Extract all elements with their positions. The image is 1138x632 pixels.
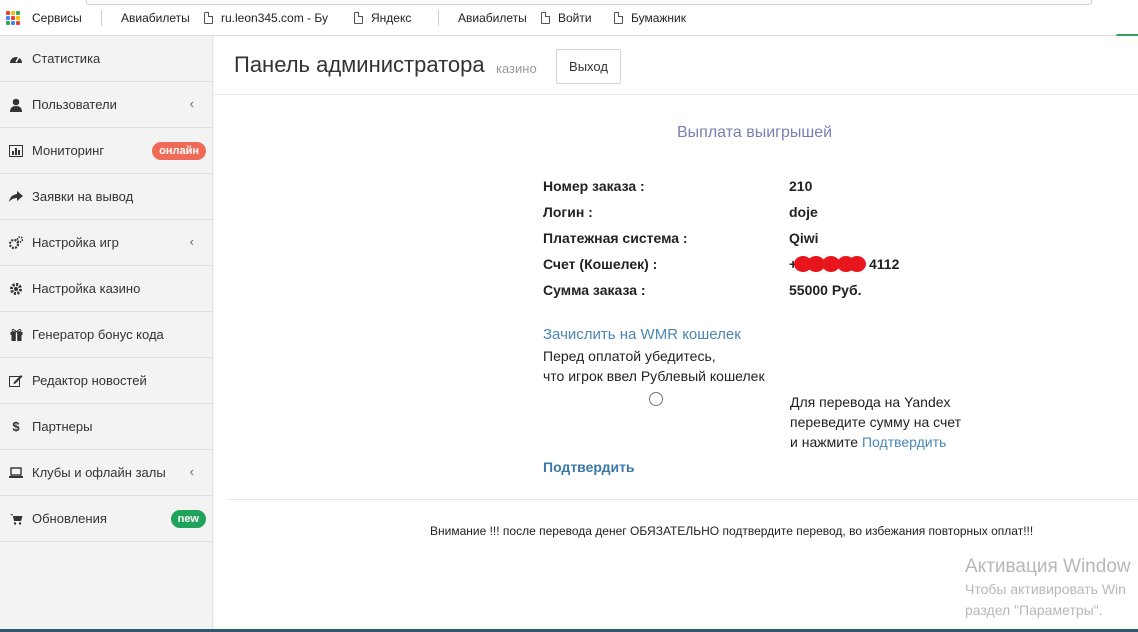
chevron-left-icon: ‹: [189, 96, 194, 111]
page-header: Панель администратора казино Выход: [214, 36, 1138, 95]
dashboard-icon: [9, 52, 23, 66]
share-arrow-icon: [9, 190, 23, 204]
main-content: Панель администратора казино Выход Выпла…: [214, 36, 1138, 632]
document-icon: [614, 12, 623, 24]
sidebar-item-label: Клубы и офлайн залы: [32, 465, 166, 480]
sidebar-item-label: Обновления: [32, 511, 107, 526]
address-bar-edge: [86, 0, 1092, 5]
sidebar-item-statistics[interactable]: Статистика: [0, 36, 212, 82]
bookmark-wallet[interactable]: Бумажник: [614, 11, 686, 25]
document-icon: [541, 12, 550, 24]
bookmark-label: Яндекс: [371, 11, 412, 25]
bookmark-leon[interactable]: ru.leon345.com - Бу: [204, 11, 328, 25]
page-subtitle: казино: [496, 61, 537, 76]
chevron-left-icon: ‹: [189, 464, 194, 479]
payment-system-value: Qiwi: [789, 230, 819, 246]
yandex-note-line-1: Для перевода на Yandex: [790, 394, 951, 410]
activation-watermark-title: Активация Window: [965, 556, 1131, 577]
gift-icon: [9, 328, 23, 342]
bookmark-login[interactable]: Войти: [541, 11, 592, 25]
account-label: Счет (Кошелек) :: [543, 256, 658, 272]
bookmark-label: Авиабилеты: [458, 11, 527, 25]
sidebar-item-withdrawals[interactable]: Заявки на вывод: [0, 174, 212, 220]
sidebar-item-label: Генератор бонус кода: [32, 327, 164, 342]
bookmark-label: Авиабилеты: [121, 11, 190, 25]
wmr-note-line-2: что игрок ввел Рублевый кошелек: [543, 368, 765, 384]
user-icon: [9, 98, 23, 112]
document-icon: [354, 12, 363, 24]
wmr-credit-link[interactable]: Зачислить на WMR кошелек: [543, 326, 741, 343]
sidebar-item-clubs[interactable]: Клубы и офлайн залы ‹: [0, 450, 212, 496]
gears-icon: [9, 235, 23, 250]
sidebar-item-label: Статистика: [32, 51, 101, 66]
sidebar-item-bonus-generator[interactable]: Генератор бонус кода: [0, 312, 212, 358]
dollar-icon: $: [12, 419, 20, 434]
bookmarks-bar: Сервисы Авиабилеты ru.leon345.com - Бу Я…: [0, 0, 1138, 38]
apps-grid-icon: [6, 11, 20, 25]
sidebar-item-partners[interactable]: $ Партнеры: [0, 404, 212, 450]
bookmark-separator: [101, 10, 102, 26]
chevron-left-icon: ‹: [189, 234, 194, 249]
gear-icon: [9, 282, 23, 296]
order-sum-value: 55000 Руб.: [789, 282, 862, 298]
sidebar-item-label: Настройка казино: [32, 281, 141, 296]
bookmark-label: Сервисы: [32, 11, 82, 25]
account-value-suffix: 4112: [869, 256, 900, 272]
bar-chart-icon: [9, 144, 23, 158]
sidebar-item-updates[interactable]: Обновления new: [0, 496, 212, 542]
cart-icon: [9, 512, 23, 526]
bookmark-label: Бумажник: [631, 11, 687, 25]
bookmark-label: Войти: [558, 11, 592, 25]
order-number-value: 210: [789, 178, 813, 194]
divider: [228, 499, 1138, 500]
sidebar: Статистика Пользователи ‹ Мониторинг онл…: [0, 36, 213, 632]
logout-button[interactable]: Выход: [556, 49, 621, 84]
payment-method-radio[interactable]: [649, 392, 663, 406]
sidebar-item-news-editor[interactable]: Редактор новостей: [0, 358, 212, 404]
bookmark-services[interactable]: Сервисы: [6, 11, 82, 25]
document-icon: [204, 12, 213, 24]
edit-icon: [9, 374, 23, 388]
sidebar-item-label: Пользователи: [32, 97, 117, 112]
yandex-confirm-link[interactable]: Подтвердить: [862, 434, 946, 450]
activation-watermark-line-2: раздел "Параметры".: [965, 602, 1103, 618]
sidebar-item-game-settings[interactable]: Настройка игр ‹: [0, 220, 212, 266]
bookmark-aviabilety[interactable]: Авиабилеты: [121, 11, 190, 25]
online-badge: онлайн: [152, 142, 206, 160]
yandex-note-line-3: и нажмите Подтвердить: [790, 434, 946, 450]
yandex-note-prefix: и нажмите: [790, 434, 859, 450]
order-sum-label: Сумма заказа :: [543, 282, 646, 298]
laptop-icon: [9, 466, 23, 480]
activation-watermark-line-1: Чтобы активировать Win: [965, 581, 1126, 597]
redaction-scribble: [792, 256, 867, 272]
sidebar-item-casino-settings[interactable]: Настройка казино: [0, 266, 212, 312]
bookmark-separator: [438, 10, 439, 26]
sidebar-item-label: Редактор новостей: [32, 373, 147, 388]
payment-system-label: Платежная система :: [543, 230, 688, 246]
sidebar-item-users[interactable]: Пользователи ‹: [0, 82, 212, 128]
sidebar-item-monitoring[interactable]: Мониторинг онлайн: [0, 128, 212, 174]
warning-text: Внимание !!! после перевода денег ОБЯЗАТ…: [430, 524, 1034, 538]
sidebar-item-label: Партнеры: [32, 419, 93, 434]
bookmark-yandex[interactable]: Яндекс: [354, 11, 411, 25]
bookmark-aviabilety-2[interactable]: Авиабилеты: [458, 11, 527, 25]
confirm-link[interactable]: Подтвердить: [543, 459, 635, 475]
payout-title: Выплата выигрышей: [677, 124, 833, 141]
login-value: doje: [789, 204, 818, 220]
page-title: Панель администратора: [234, 52, 485, 77]
order-number-label: Номер заказа :: [543, 178, 645, 194]
wmr-note-line-1: Перед оплатой убедитесь,: [543, 348, 716, 364]
sidebar-item-label: Настройка игр: [32, 235, 119, 250]
sidebar-item-label: Мониторинг: [32, 143, 105, 158]
sidebar-item-label: Заявки на вывод: [32, 189, 134, 204]
new-badge: new: [170, 510, 206, 528]
yandex-note-line-2: переведите сумму на счет: [790, 414, 962, 430]
bookmark-label: ru.leon345.com - Бу: [221, 11, 328, 25]
login-label: Логин :: [543, 204, 593, 220]
